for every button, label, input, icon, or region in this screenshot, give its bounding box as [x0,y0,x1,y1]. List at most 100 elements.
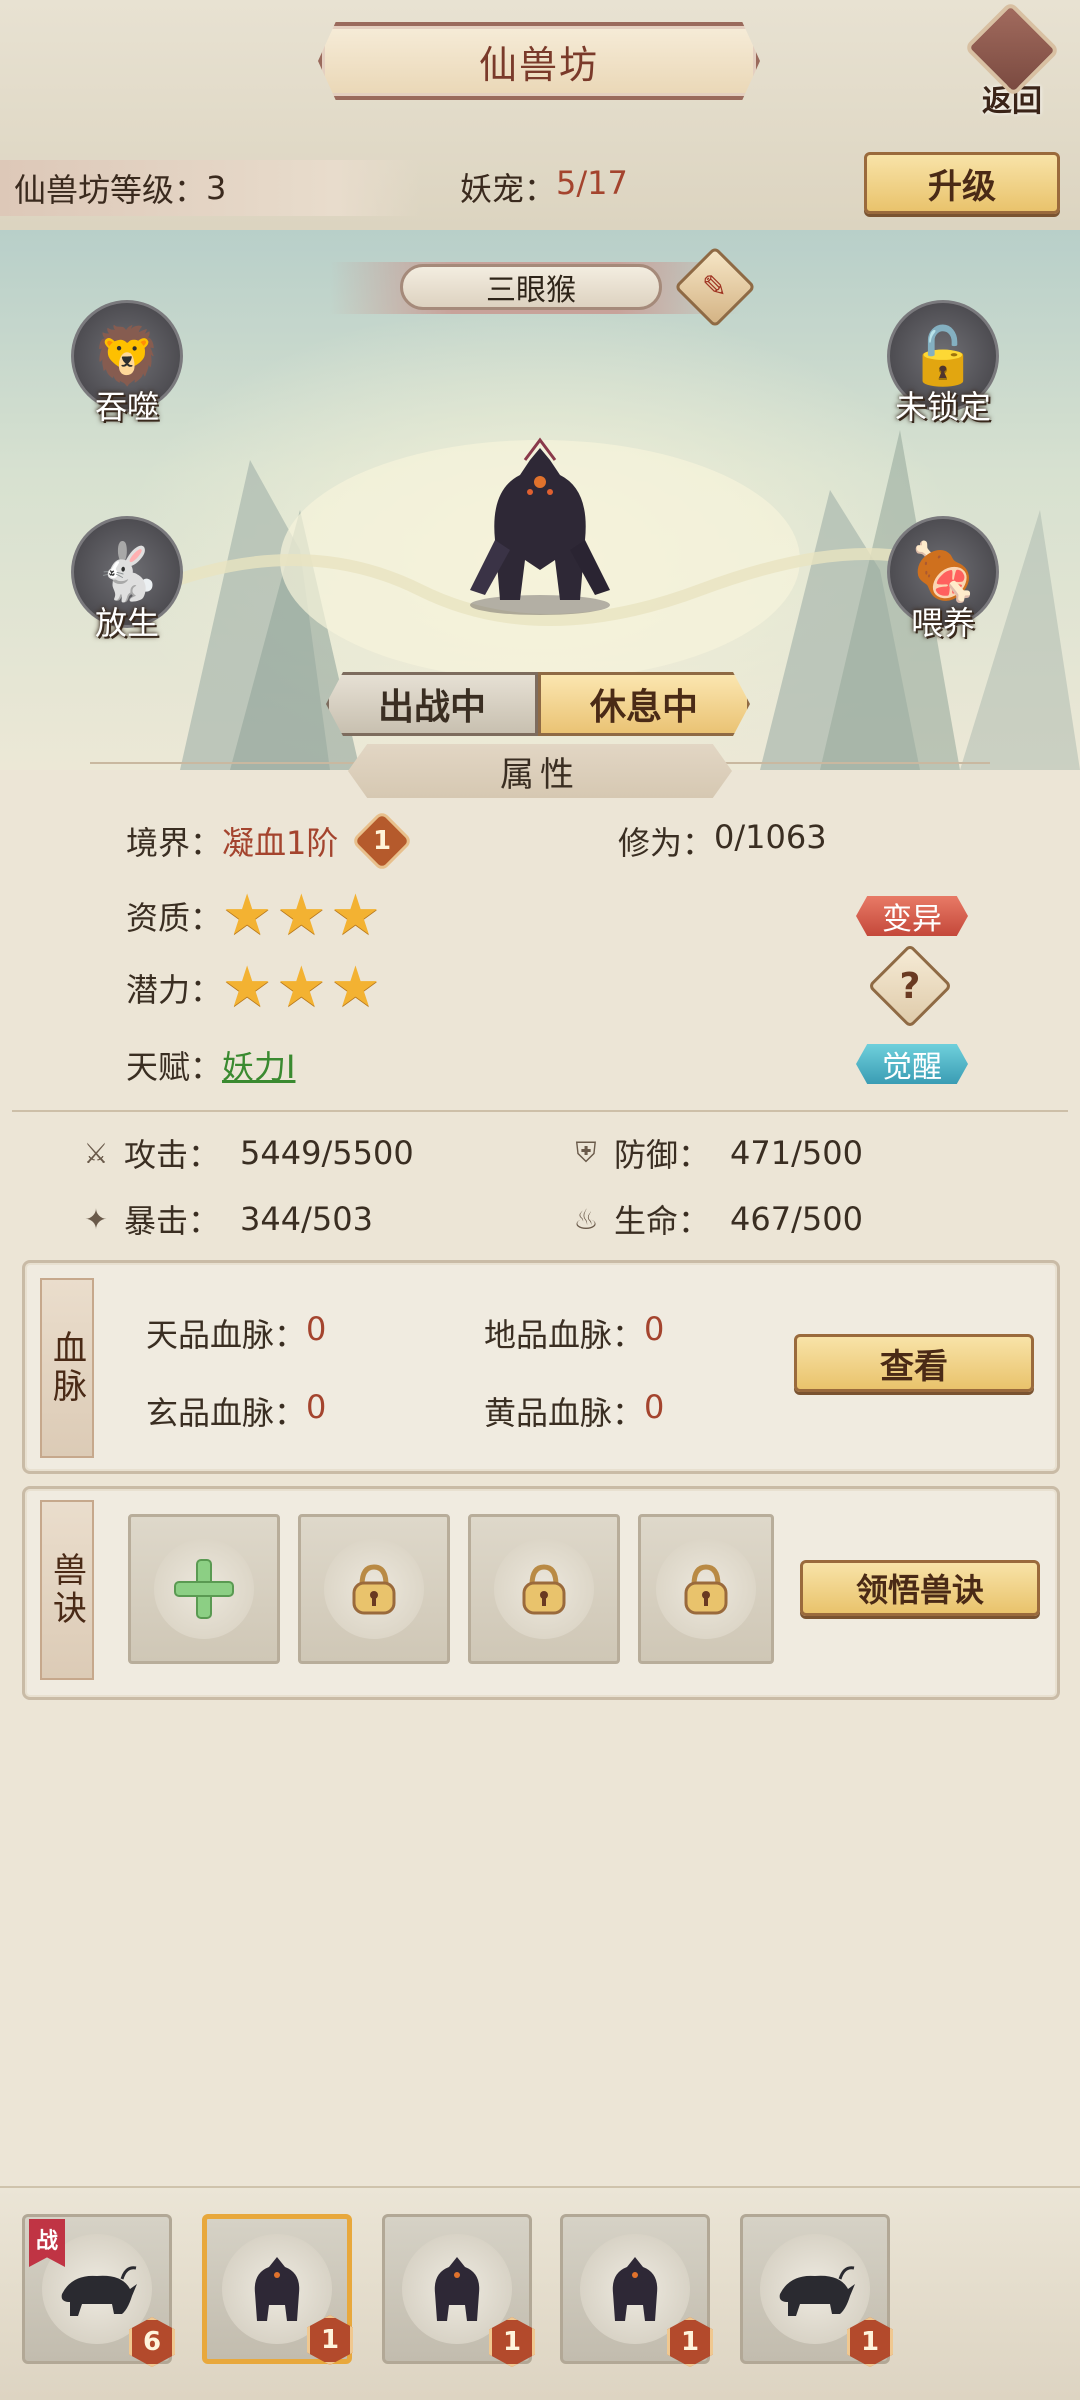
cultivation-value: 0/1063 [714,818,827,856]
pet-card[interactable]: 1 [740,2214,893,2367]
pet-monster-image [470,437,610,615]
potential-row: 潜力： ★★★ [126,960,385,1016]
pet-count-value: 5/17 [556,164,628,202]
defense-value: 471/500 [730,1134,863,1172]
earth-bloodline: 地品血脉： 0 [484,1310,664,1356]
ox-icon [779,2266,855,2316]
yellow-bloodline-label: 黄品血脉： [484,1394,645,1432]
talent-link[interactable]: 妖力Ⅰ [222,1042,295,1088]
lock-icon [684,1564,728,1615]
stats-divider [12,1110,1068,1112]
battle-flag: 战 [29,2219,65,2267]
lock-label: 未锁定 [894,388,991,426]
yellow-bloodline-value: 0 [644,1388,665,1426]
learn-skill-button[interactable]: 领悟兽诀 [800,1560,1040,1616]
ox-icon [61,2266,137,2316]
aptitude-label: 资质： [126,899,223,937]
crit-stat: ✦ 暴击： 344/503 [78,1196,373,1242]
star-icon: ★ [222,955,273,1020]
earth-bloodline-value: 0 [644,1310,665,1348]
defense-stat: ⛨ 防御： 471/500 [568,1130,863,1176]
skill-slot-locked[interactable] [468,1514,620,1664]
hp-stat: ♨ 生命： 467/500 [568,1196,863,1242]
view-bloodline-button[interactable]: 查看 [794,1334,1034,1392]
mystic-bloodline-label: 玄品血脉： [146,1394,307,1432]
pet-card-selected[interactable]: 1 [202,2214,353,2365]
upgrade-button[interactable]: 升级 [864,152,1060,214]
skill-slot-add[interactable] [128,1514,280,1664]
realm-badge: 1 [351,809,414,873]
page-title: 仙兽坊 [478,42,599,87]
tab-resting[interactable]: 休息中 [538,672,750,736]
skill-slot-locked[interactable] [298,1514,450,1664]
hp-label: 生命： [614,1202,711,1240]
awaken-button[interactable]: 觉醒 [856,1044,968,1084]
monkey-icon [612,2257,658,2321]
potential-label: 潜力： [126,971,223,1009]
tab-fighting[interactable]: 出战中 [326,672,538,736]
pet-card[interactable]: 1 [560,2214,713,2367]
attack-stat: ⚔ 攻击： 5449/5500 [78,1130,414,1176]
pet-card[interactable]: 战 6 [22,2214,175,2367]
monkey-icon [434,2257,480,2321]
attributes-header: 属性 [348,744,732,798]
star-icon: ★ [276,883,327,948]
realm-value: 凝血1阶 [222,824,339,862]
attack-label: 攻击： [124,1136,221,1174]
star-icon: ★ [330,883,381,948]
pet-count: 妖宠： 5/17 [460,164,628,210]
shield-icon: ⛨ [575,1136,597,1169]
star-icon: ★ [222,883,273,948]
feed-label: 喂养 [910,604,975,642]
brush-icon: ✎ [702,269,728,305]
cultivation-row: 修为： 0/1063 [618,818,827,864]
skill-tag: 兽诀 [40,1500,94,1680]
pet-name: 三眼猴 [400,264,662,310]
lock-icon [522,1564,566,1615]
status-tabs: 出战中 休息中 [326,672,750,736]
crit-icon: ✦ [84,1202,108,1236]
skill-slot-locked[interactable] [638,1514,774,1664]
heaven-bloodline: 天品血脉： 0 [146,1310,326,1356]
pet-count-label: 妖宠： [460,170,557,208]
sword-icon: ⚔ [83,1136,109,1170]
lock-icon [352,1564,396,1615]
release-button[interactable]: 🐇 放生 [62,516,192,646]
realm-label: 境界： [126,824,223,862]
hp-value: 467/500 [730,1200,863,1238]
devour-label: 吞噬 [94,388,159,426]
aptitude-stars: ★★★ [222,888,385,944]
help-button[interactable]: ? [867,943,953,1029]
bloodline-tag: 血脉 [40,1278,94,1458]
star-icon: ★ [276,955,327,1020]
back-button[interactable]: 返回 [960,0,1064,120]
crit-value: 344/503 [240,1200,373,1238]
mystic-bloodline: 玄品血脉： 0 [146,1388,326,1434]
devour-button[interactable]: 🦁 吞噬 [62,300,192,430]
heaven-bloodline-label: 天品血脉： [146,1316,307,1354]
potential-stars: ★★★ [222,960,385,1016]
attack-value: 5449/5500 [240,1134,414,1172]
mutate-button[interactable]: 变异 [856,896,968,936]
crit-label: 暴击： [124,1202,221,1240]
plus-icon [174,1559,234,1619]
talent-row: 天赋： 妖力Ⅰ [126,1042,295,1088]
earth-bloodline-label: 地品血脉： [484,1316,645,1354]
yellow-bloodline: 黄品血脉： 0 [484,1388,664,1434]
back-icon [963,0,1061,98]
flame-icon: ♨ [573,1202,599,1236]
release-label: 放生 [94,604,159,642]
defense-label: 防御： [614,1136,711,1174]
lock-button[interactable]: 🔓 未锁定 [878,300,1008,430]
cultivation-label: 修为： [618,824,715,862]
star-icon: ★ [330,955,381,1020]
aptitude-row: 资质： ★★★ [126,888,385,944]
heaven-bloodline-value: 0 [306,1310,327,1348]
talent-label: 天赋： [126,1048,223,1086]
mystic-bloodline-value: 0 [306,1388,327,1426]
feed-button[interactable]: 🍖 喂养 [878,516,1008,646]
monkey-icon [254,2257,300,2321]
realm-row: 境界： 凝血1阶 1 [126,809,414,873]
question-icon: ? [899,965,921,1007]
pet-card[interactable]: 1 [382,2214,535,2367]
